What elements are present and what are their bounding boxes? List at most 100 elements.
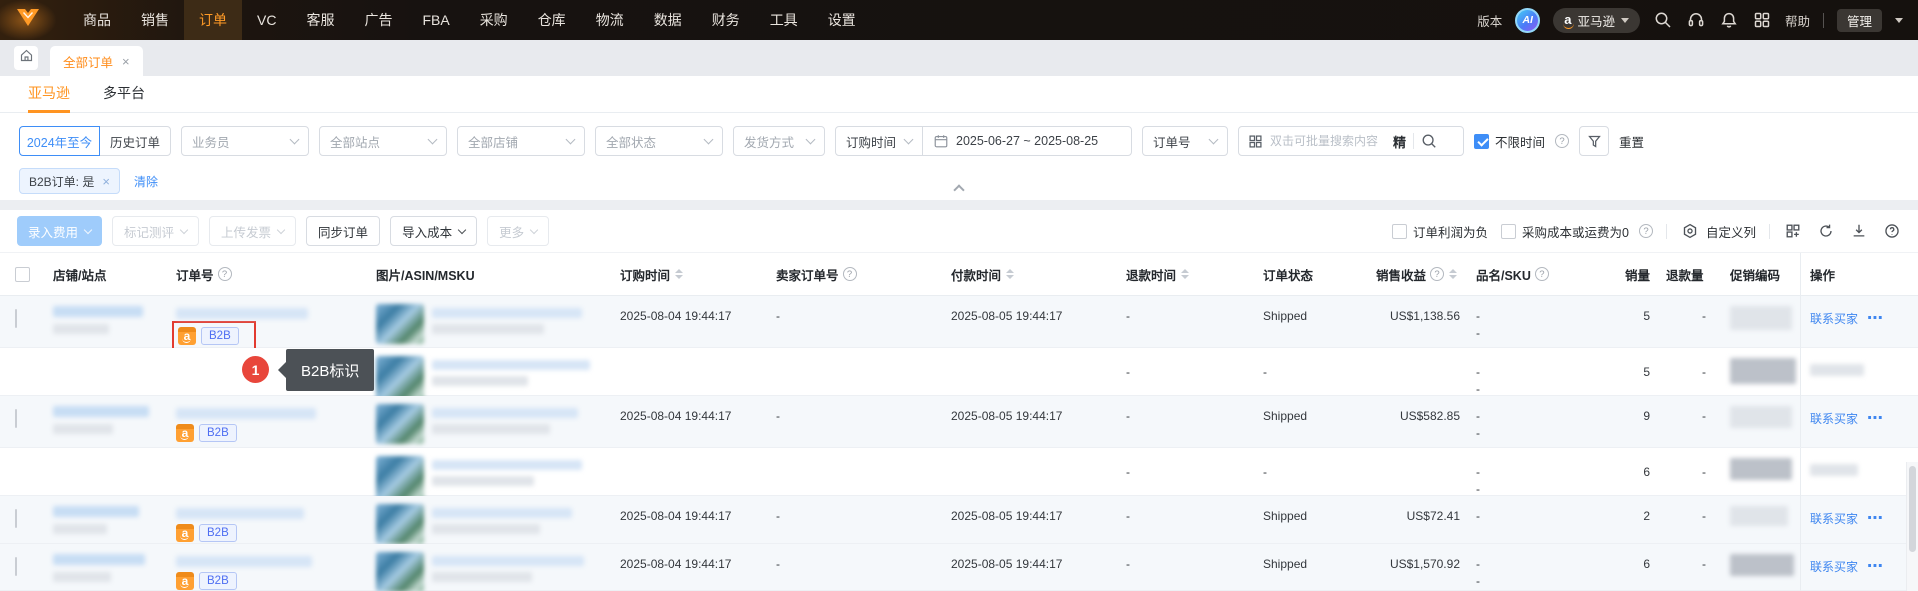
nav-item-finance[interactable]: 财务 (697, 0, 755, 40)
sync-orders-button[interactable]: 同步订单 (306, 216, 381, 246)
batch-search-icon[interactable] (1248, 134, 1263, 149)
blurred-msku (432, 524, 540, 534)
nav-item-orders[interactable]: 订单 (184, 0, 242, 40)
chevron-down-icon (179, 225, 189, 234)
tab-all-orders[interactable]: 全部订单 × (50, 46, 143, 76)
nav-item-vc[interactable]: VC (242, 0, 291, 40)
nav-item-ads[interactable]: 广告 (349, 0, 407, 40)
col-refund-qty: 退款量 (1666, 268, 1704, 283)
custom-columns-button[interactable]: 自定义列 (1680, 221, 1756, 241)
blurred-order-number[interactable] (176, 556, 312, 567)
admin-caret-icon[interactable] (1895, 17, 1903, 23)
contact-buyer-link[interactable]: 联系买家 (1810, 412, 1858, 426)
nav-item-logistics[interactable]: 物流 (581, 0, 639, 40)
search-icon[interactable] (1653, 10, 1673, 30)
status-select[interactable]: 全部状态 (595, 126, 723, 156)
enter-fee-button[interactable]: 录入费用 (17, 216, 103, 246)
more-actions-icon[interactable]: ⋯ (1867, 310, 1884, 327)
tag-remove-icon[interactable]: × (102, 174, 110, 189)
vertical-scrollbar[interactable] (1906, 462, 1918, 591)
nav-item-products[interactable]: 商品 (68, 0, 126, 40)
admin-menu-button[interactable]: 管理 (1836, 8, 1882, 32)
search-input[interactable] (1270, 134, 1386, 148)
reset-button[interactable]: 重置 (1619, 132, 1644, 151)
app-window: 商品 销售 订单 VC 客服 广告 FBA 采购 仓库 物流 数据 财务 工具 … (0, 0, 1918, 591)
col-order-no: 订单号 (168, 265, 368, 284)
upload-invoice-button[interactable]: 上传发票 (209, 216, 297, 246)
nav-item-fba[interactable]: FBA (407, 0, 464, 40)
col-sku: 品名/SKU (1468, 265, 1610, 284)
home-tab-button[interactable] (14, 46, 38, 70)
blurred-order-number[interactable] (176, 408, 316, 419)
shipping-method-select[interactable]: 发货方式 (733, 126, 825, 156)
more-actions-icon[interactable]: ⋯ (1867, 510, 1884, 527)
blurred-order-number[interactable] (176, 308, 308, 319)
order-no-type-value: 订单号 (1153, 135, 1191, 150)
nav-item-sales[interactable]: 销售 (126, 0, 184, 40)
contact-buyer-link[interactable]: 联系买家 (1810, 512, 1858, 526)
range-current-button[interactable]: 2024年至今 (19, 126, 100, 156)
nav-item-purchase[interactable]: 采购 (465, 0, 523, 40)
select-all-checkbox[interactable] (15, 266, 30, 282)
order-no-type-select[interactable]: 订单号 (1142, 126, 1228, 156)
apps-grid-icon[interactable] (1752, 10, 1772, 30)
nav-item-warehouse[interactable]: 仓库 (523, 0, 581, 40)
pay-time-cell: 2025-08-05 19:44:17 (951, 557, 1063, 571)
blurred-order-number[interactable] (176, 508, 304, 519)
store-select[interactable]: 全部店铺 (457, 126, 585, 156)
search-submit-icon[interactable] (1421, 133, 1437, 149)
notification-bell-icon[interactable] (1719, 10, 1739, 30)
chevron-down-icon (529, 225, 539, 234)
nav-item-settings[interactable]: 设置 (813, 0, 871, 40)
row-checkbox[interactable] (15, 509, 17, 528)
date-scope-group: 2024年至今 历史订单 (19, 126, 171, 156)
cost-zero-checkbox[interactable] (1501, 223, 1517, 239)
salesman-select[interactable]: 业务员 (181, 126, 309, 156)
subtab-multiplatform[interactable]: 多平台 (103, 76, 145, 113)
subtab-amazon[interactable]: 亚马逊 (28, 76, 70, 113)
advanced-filter-button[interactable] (1579, 126, 1610, 156)
time-type-select[interactable]: 订购时间 (835, 126, 923, 156)
blurred-promo-code (1730, 358, 1796, 384)
nav-item-service[interactable]: 客服 (291, 0, 349, 40)
sort-icon[interactable] (675, 269, 684, 279)
import-cost-button[interactable]: 导入成本 (390, 216, 478, 246)
nav-item-tools[interactable]: 工具 (755, 0, 813, 40)
contact-buyer-link[interactable]: 联系买家 (1810, 312, 1858, 326)
mark-review-button[interactable]: 标记测评 (112, 216, 200, 246)
more-actions-icon[interactable]: ⋯ (1867, 558, 1884, 575)
revenue-cell: US$1,138.56 (1389, 309, 1460, 323)
more-button[interactable]: 更多 (487, 216, 550, 246)
exact-match-toggle[interactable]: 精 (1393, 132, 1406, 151)
more-actions-icon[interactable]: ⋯ (1867, 410, 1884, 427)
contact-buyer-link[interactable]: 联系买家 (1810, 560, 1858, 574)
help-circle-icon[interactable] (1882, 221, 1902, 241)
refresh-icon[interactable] (1816, 221, 1836, 241)
row-checkbox[interactable] (15, 557, 17, 576)
version-link[interactable]: 版本 (1477, 11, 1502, 30)
unlimited-time-checkbox[interactable] (1474, 133, 1489, 149)
blurred-promo-code (1730, 458, 1792, 480)
nav-item-data[interactable]: 数据 (639, 0, 697, 40)
tab-close-icon[interactable]: × (122, 54, 130, 69)
row-checkbox[interactable] (15, 409, 17, 428)
help-link[interactable]: 帮助 (1785, 11, 1810, 30)
ai-assistant-button[interactable]: AI (1515, 7, 1541, 33)
headset-icon[interactable] (1686, 10, 1706, 30)
clear-filters-link[interactable]: 清除 (134, 173, 158, 190)
site-select[interactable]: 全部站点 (319, 126, 447, 156)
date-range-input[interactable]: 2025-06-27 ~ 2025-08-25 (922, 126, 1132, 156)
sort-icon[interactable] (1006, 269, 1015, 279)
profit-negative-checkbox[interactable] (1392, 223, 1408, 239)
collapse-filters-handle[interactable] (937, 184, 981, 199)
scrollbar-thumb[interactable] (1909, 466, 1916, 552)
row-checkbox[interactable] (15, 309, 17, 328)
sort-icon[interactable] (1181, 269, 1190, 279)
layout-grid-icon[interactable] (1783, 221, 1803, 241)
order-no-cell: B2B (168, 496, 368, 547)
brand-logo[interactable] (0, 0, 56, 40)
sort-icon[interactable] (1449, 269, 1458, 279)
platform-switcher[interactable]: a 亚马逊 (1553, 7, 1640, 33)
download-icon[interactable] (1849, 221, 1869, 241)
range-history-button[interactable]: 历史订单 (99, 126, 171, 156)
